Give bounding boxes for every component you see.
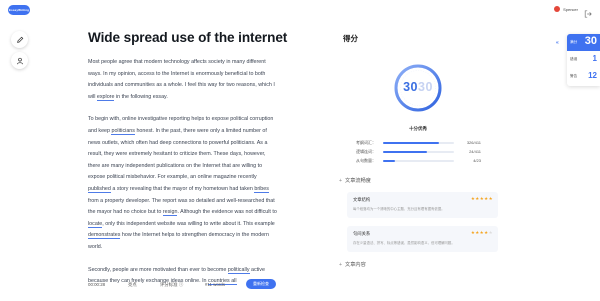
- score-summary-rail: 满分 30 错误 1 警告 12: [567, 34, 600, 86]
- stat-row-vocabulary: 考纲词汇： 326/411: [356, 140, 481, 145]
- scoring-criteria-link[interactable]: 评分标准 ⓘ: [160, 282, 183, 288]
- elapsed-time: 00:00:28: [88, 282, 106, 287]
- fluency-card-structure: 文章结构 ★★★★★ 每个段落均为一个清晰的中心主题，充分且有理有据有依据。: [347, 192, 498, 218]
- section-content-toggle[interactable]: + 文章内容: [339, 261, 366, 268]
- expand-icon: +: [339, 262, 343, 268]
- editor-status-bar: 00:00:28 亮点 评分标准 ⓘ #11 words 重新检查: [0, 276, 330, 294]
- essay-editor[interactable]: Wide spread use of the internet Most peo…: [88, 30, 287, 299]
- rail-warnings[interactable]: 警告 12: [567, 69, 600, 86]
- expand-icon: +: [339, 178, 343, 184]
- avatar: [554, 6, 561, 12]
- stat-row-connectives: 逻辑连词： 24/411: [356, 149, 481, 154]
- flagged-word[interactable]: demonstrates: [88, 232, 121, 240]
- score-heading: 得分: [343, 34, 358, 43]
- stat-bar: [383, 151, 428, 153]
- flagged-word[interactable]: explore: [96, 93, 115, 101]
- logout-icon: [584, 10, 592, 18]
- section-fluency-toggle[interactable]: + 文章流畅度: [339, 177, 371, 184]
- collapse-panel-icon[interactable]: «: [556, 40, 559, 46]
- flagged-word[interactable]: resign: [162, 209, 178, 217]
- essay-paragraph-1[interactable]: Most people agree that modern technology…: [88, 57, 278, 103]
- profile-tool-button[interactable]: [11, 52, 28, 69]
- user-icon: [16, 57, 23, 64]
- rail-total[interactable]: 满分 30: [567, 34, 600, 51]
- logout-button[interactable]: [584, 5, 592, 18]
- app-logo[interactable]: EssayWriting: [8, 5, 30, 15]
- flagged-word[interactable]: politically: [227, 266, 250, 274]
- app-logo-text: EssayWriting: [8, 8, 30, 12]
- star-rating: ★★★★★: [470, 196, 493, 201]
- stat-bar: [383, 160, 396, 162]
- username: Spencer: [563, 6, 578, 12]
- star-rating: ★★★★★: [470, 230, 493, 235]
- recheck-button[interactable]: 重新检查: [246, 279, 276, 289]
- question-circle-icon[interactable]: ⓘ: [179, 282, 183, 287]
- essay-title[interactable]: Wide spread use of the internet: [88, 30, 287, 45]
- flagged-word[interactable]: bribes: [254, 185, 269, 193]
- stat-bar: [383, 142, 440, 144]
- essay-paragraph-2[interactable]: To begin with, online investigative repo…: [88, 114, 278, 253]
- highlights-link[interactable]: 亮点: [128, 282, 137, 288]
- flagged-word[interactable]: politicians: [111, 127, 135, 135]
- stat-row-clauses: 从句数量： 4/23: [356, 158, 481, 163]
- score-value: 3030: [403, 80, 433, 94]
- user-menu[interactable]: Spencer: [554, 6, 578, 12]
- pencil-icon: [16, 36, 23, 43]
- flagged-word[interactable]: published: [88, 185, 111, 193]
- edit-tool-button[interactable]: [11, 31, 28, 48]
- rail-errors[interactable]: 错误 1: [567, 52, 600, 69]
- score-level: 十分优秀: [409, 126, 427, 131]
- word-count: #11 words: [205, 282, 225, 287]
- fluency-card-relations: 句间关系 ★★★★★ 存在少量语法、拼写、标点等错误，虽然影响语义，但可理解问题…: [347, 226, 498, 252]
- flagged-word[interactable]: locate: [88, 220, 103, 228]
